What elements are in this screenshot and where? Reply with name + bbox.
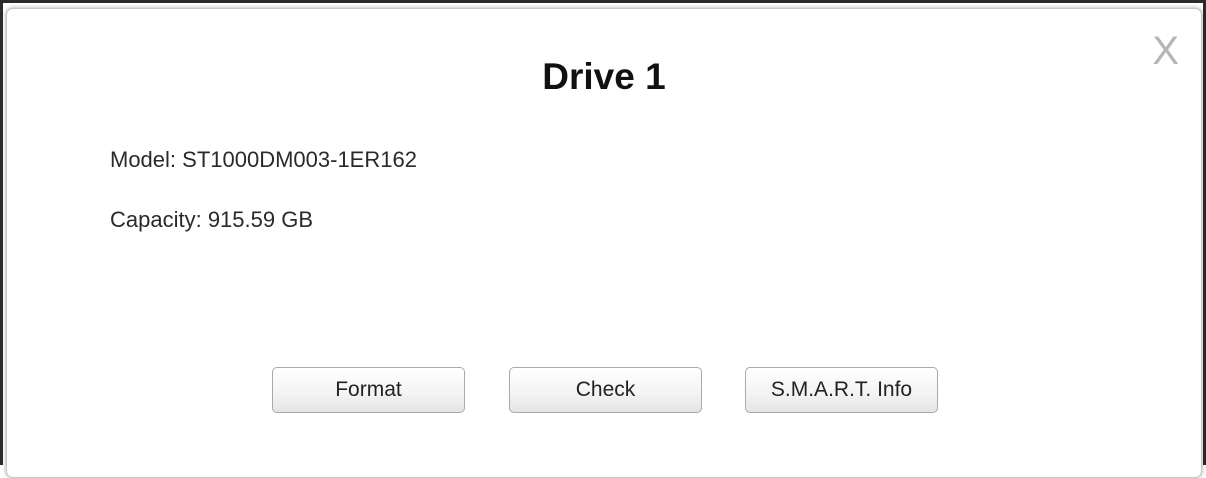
- dialog-title: Drive 1: [542, 56, 666, 97]
- background-edge-top: [0, 0, 1206, 3]
- capacity-text: Capacity: 915.59 GB: [110, 207, 314, 232]
- drive-info-dialog: X Drive 1 Model: ST1000DM003-1ER162 Capa…: [6, 8, 1202, 478]
- check-button[interactable]: Check: [509, 367, 702, 413]
- format-button[interactable]: Format: [272, 367, 465, 413]
- background-edge-left: [0, 0, 3, 465]
- model-text: Model: ST1000DM003-1ER162: [110, 147, 417, 172]
- smart-info-button[interactable]: S.M.A.R.T. Info: [745, 367, 938, 413]
